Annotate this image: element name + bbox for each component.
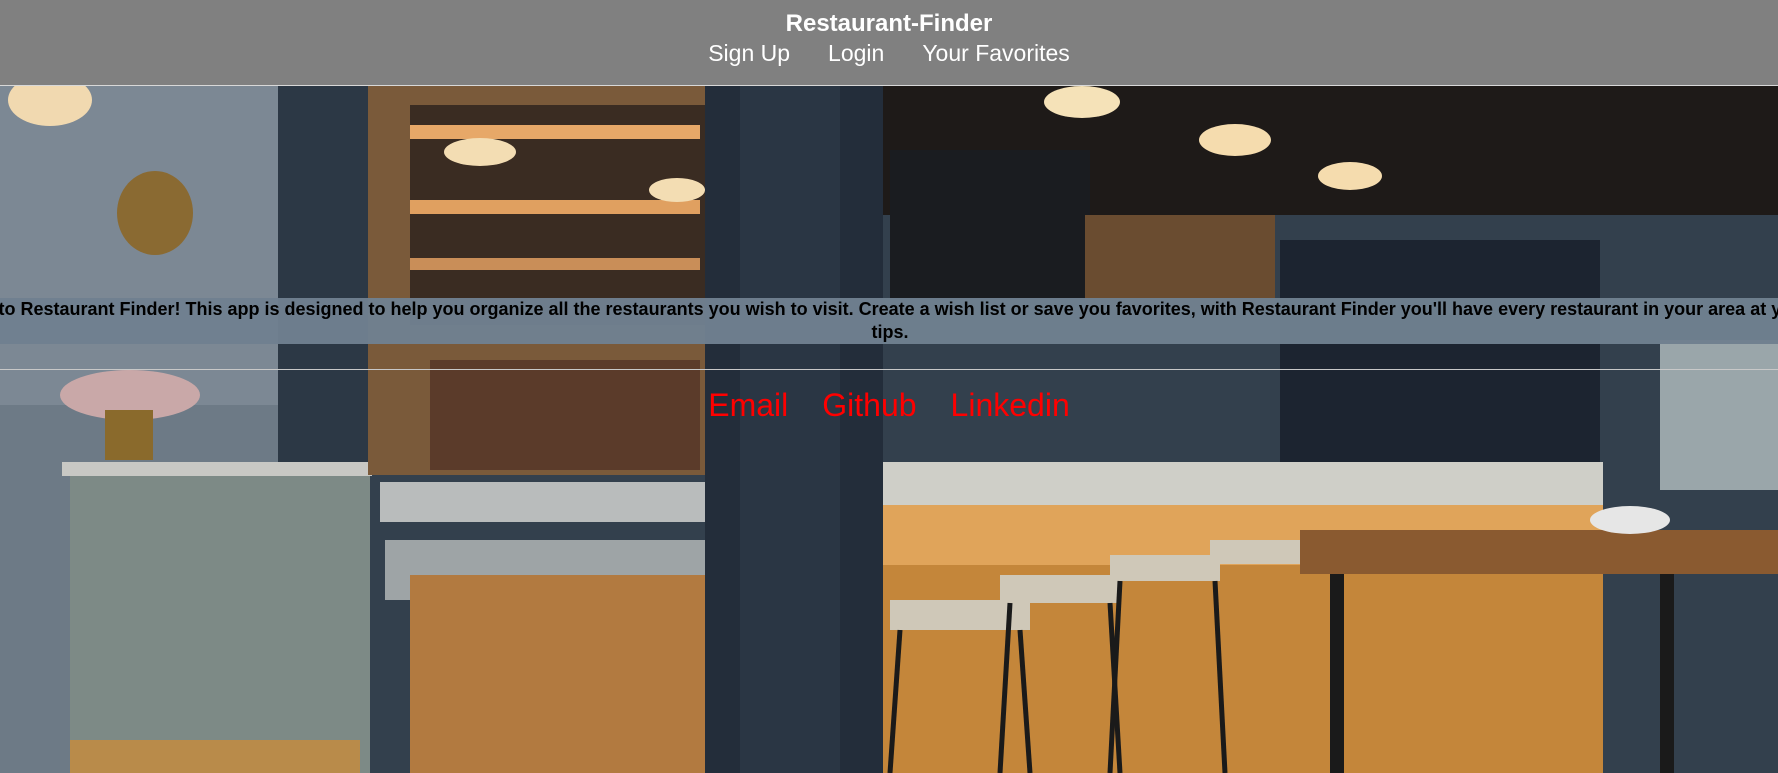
- contact-links: Email Github Linkedin: [0, 387, 1778, 424]
- site-header: Restaurant-Finder Sign Up Login Your Fav…: [0, 0, 1778, 86]
- nav-login-link[interactable]: Login: [828, 40, 884, 67]
- page: Restaurant-Finder Sign Up Login Your Fav…: [0, 0, 1778, 773]
- linkedin-link[interactable]: Linkedin: [951, 387, 1070, 424]
- github-link[interactable]: Github: [822, 387, 916, 424]
- divider: [0, 369, 1778, 370]
- nav-sign-up-link[interactable]: Sign Up: [708, 40, 790, 67]
- main-nav: Sign Up Login Your Favorites: [0, 40, 1778, 67]
- site-title: Restaurant-Finder: [785, 10, 993, 37]
- email-link[interactable]: Email: [708, 387, 788, 424]
- welcome-text: Welcome to Restaurant Finder! This app i…: [0, 299, 1778, 342]
- welcome-banner: Welcome to Restaurant Finder! This app i…: [0, 298, 1778, 344]
- nav-favorites-link[interactable]: Your Favorites: [922, 40, 1069, 67]
